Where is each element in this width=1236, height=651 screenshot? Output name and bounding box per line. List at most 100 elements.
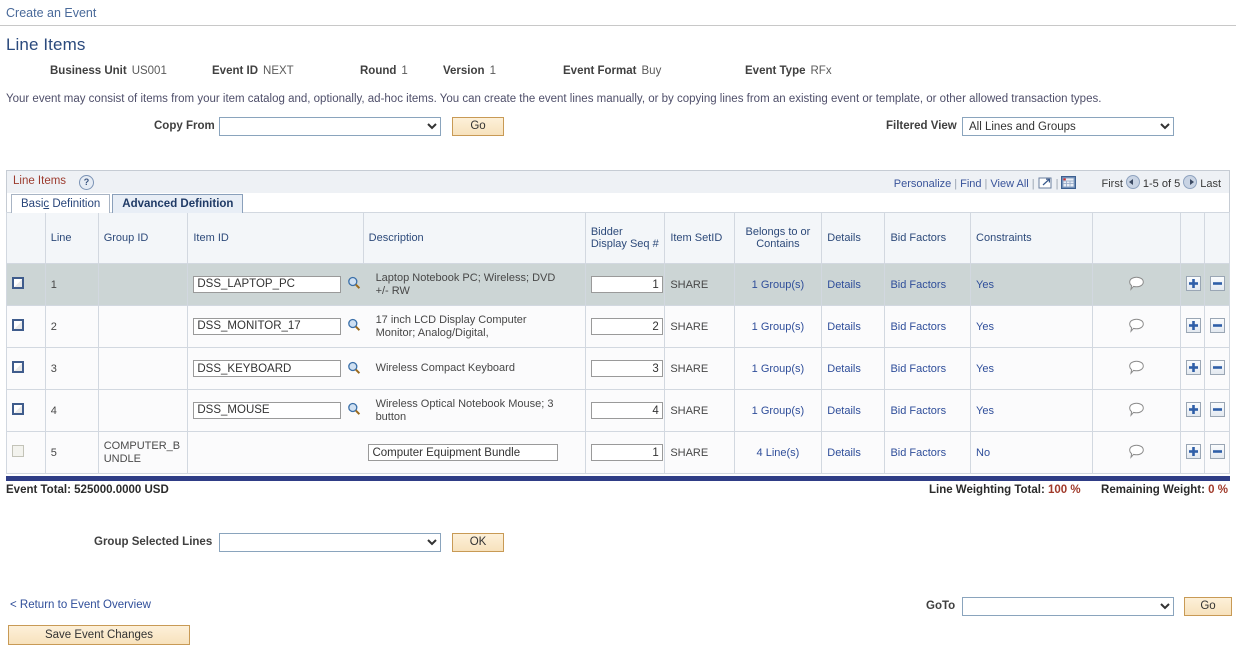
cell-item-id: 17 inch LCD Display Computer Monitor; An… — [188, 306, 585, 348]
add-row-button[interactable] — [1186, 318, 1201, 333]
bidder-seq-input[interactable] — [591, 318, 663, 335]
add-row-button[interactable] — [1186, 360, 1201, 375]
copy-from-select[interactable] — [219, 117, 441, 136]
return-to-event-overview-link[interactable]: < Return to Event Overview — [10, 599, 151, 611]
col-belongs-to-or-contains: Belongs to or Contains — [734, 213, 822, 264]
details-link[interactable]: Details — [827, 321, 861, 333]
add-row-button[interactable] — [1186, 402, 1201, 417]
cell-delete — [1205, 306, 1230, 348]
lookup-icon[interactable] — [347, 402, 361, 416]
col-delete — [1205, 213, 1230, 264]
comment-bubble-icon[interactable] — [1128, 318, 1145, 333]
lookup-icon[interactable] — [347, 361, 361, 375]
tab-advanced-definition[interactable]: Advanced Definition — [112, 194, 243, 213]
group-selected-toolbar: Group Selected Lines OK — [0, 530, 1236, 556]
row-checkbox[interactable] — [12, 319, 24, 331]
line-items-page: Create an Event Line Items Business Unit… — [0, 0, 1236, 651]
row-select-cell — [7, 390, 46, 432]
add-row-button[interactable] — [1186, 276, 1201, 291]
lookup-icon[interactable] — [347, 276, 361, 290]
bidder-seq-input[interactable] — [591, 360, 663, 377]
cell-constraints: No — [971, 432, 1093, 474]
bid-factors-link[interactable]: Bid Factors — [890, 405, 946, 417]
item-id-input[interactable] — [193, 318, 341, 335]
cell-bidder-seq — [585, 432, 664, 474]
comment-bubble-icon[interactable] — [1128, 360, 1145, 375]
tab-basic-definition[interactable]: Basic Definition — [11, 194, 110, 213]
pager-last-label[interactable]: Last — [1200, 178, 1221, 190]
belongs-link[interactable]: 1 Group(s) — [752, 279, 805, 291]
help-icon[interactable]: ? — [79, 175, 94, 190]
constraints-link[interactable]: Yes — [976, 279, 994, 291]
delete-row-button[interactable] — [1210, 402, 1225, 417]
pager-next-icon[interactable] — [1183, 175, 1197, 189]
bid-factors-link[interactable]: Bid Factors — [890, 279, 946, 291]
filtered-view-select[interactable]: All Lines and Groups — [962, 117, 1174, 136]
cell-item-id: Laptop Notebook PC; Wireless; DVD +/- RW — [188, 264, 585, 306]
breadcrumb: Create an Event — [0, 0, 1236, 26]
table-header-row: Line Group ID Item ID Description Bidder… — [7, 213, 1230, 264]
belongs-link[interactable]: 1 Group(s) — [752, 321, 805, 333]
cell-details: Details — [822, 390, 885, 432]
row-checkbox[interactable] — [12, 361, 24, 373]
delete-row-button[interactable] — [1210, 318, 1225, 333]
details-link[interactable]: Details — [827, 363, 861, 375]
lookup-icon[interactable] — [347, 318, 361, 332]
group-selected-ok-button[interactable]: OK — [452, 533, 504, 552]
group-description-input[interactable] — [368, 444, 558, 461]
goto-go-button[interactable]: Go — [1184, 597, 1232, 616]
cell-description: Wireless Optical Notebook Mouse; 3 butto… — [376, 398, 562, 424]
details-link[interactable]: Details — [827, 279, 861, 291]
constraints-link[interactable]: Yes — [976, 321, 994, 333]
add-row-button[interactable] — [1186, 444, 1201, 459]
group-selected-lines-select[interactable] — [219, 533, 441, 552]
cell-item-id: Wireless Compact Keyboard — [188, 348, 585, 390]
goto-select[interactable] — [962, 597, 1174, 616]
constraints-link[interactable]: No — [976, 447, 990, 459]
key-field-event-format: Event FormatBuy — [563, 65, 661, 77]
cell-item-id — [188, 432, 585, 474]
breadcrumb-link-create-an-event[interactable]: Create an Event — [6, 6, 96, 20]
save-event-changes-button[interactable]: Save Event Changes — [8, 625, 190, 645]
cell-bid-factors: Bid Factors — [885, 348, 971, 390]
download-spreadsheet-icon[interactable] — [1061, 176, 1076, 189]
item-id-input[interactable] — [193, 402, 341, 419]
bidder-seq-input[interactable] — [591, 276, 663, 293]
expand-icon[interactable] — [1038, 176, 1053, 189]
cell-belongs: 1 Group(s) — [734, 264, 822, 306]
belongs-link[interactable]: 1 Group(s) — [752, 363, 805, 375]
row-checkbox[interactable] — [12, 277, 24, 289]
personalize-link[interactable]: Personalize — [894, 178, 951, 190]
bid-factors-link[interactable]: Bid Factors — [890, 363, 946, 375]
pager-first-label[interactable]: First — [1102, 178, 1123, 190]
constraints-link[interactable]: Yes — [976, 363, 994, 375]
constraints-link[interactable]: Yes — [976, 405, 994, 417]
find-link[interactable]: Find — [960, 178, 981, 190]
key-value-event-format: Buy — [642, 65, 662, 77]
bid-factors-link[interactable]: Bid Factors — [890, 447, 946, 459]
comment-bubble-icon[interactable] — [1128, 444, 1145, 459]
belongs-link[interactable]: 4 Line(s) — [757, 447, 800, 459]
details-link[interactable]: Details — [827, 405, 861, 417]
cell-details: Details — [822, 264, 885, 306]
delete-row-button[interactable] — [1210, 360, 1225, 375]
row-checkbox[interactable] — [12, 403, 24, 415]
key-label-event-type: Event Type — [745, 65, 806, 77]
comment-bubble-icon[interactable] — [1128, 402, 1145, 417]
item-id-input[interactable] — [193, 360, 341, 377]
comment-bubble-icon[interactable] — [1128, 276, 1145, 291]
view-all-link[interactable]: View All — [990, 178, 1028, 190]
pager-prev-icon[interactable] — [1126, 175, 1140, 189]
bid-factors-link[interactable]: Bid Factors — [890, 321, 946, 333]
belongs-link[interactable]: 1 Group(s) — [752, 405, 805, 417]
item-id-input[interactable] — [193, 276, 341, 293]
copy-from-go-button[interactable]: Go — [452, 117, 504, 136]
cell-group-id — [98, 348, 188, 390]
bidder-seq-input[interactable] — [591, 444, 663, 461]
details-link[interactable]: Details — [827, 447, 861, 459]
cell-bid-factors: Bid Factors — [885, 432, 971, 474]
cell-details: Details — [822, 348, 885, 390]
delete-row-button[interactable] — [1210, 444, 1225, 459]
delete-row-button[interactable] — [1210, 276, 1225, 291]
bidder-seq-input[interactable] — [591, 402, 663, 419]
